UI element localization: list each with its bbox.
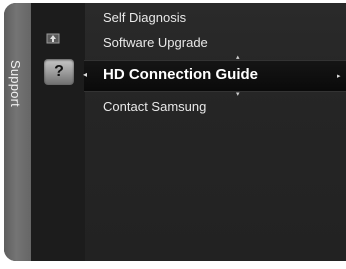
left-arrow-icon[interactable]: ◂ <box>83 70 87 79</box>
category-label: Support <box>8 60 23 107</box>
scroll-up-icon[interactable]: ▴ <box>236 53 240 61</box>
upgrade-icon[interactable] <box>44 32 62 46</box>
scroll-down-icon[interactable]: ▾ <box>236 90 240 98</box>
question-mark-icon[interactable]: ? <box>44 59 74 85</box>
question-mark-glyph: ? <box>54 63 64 80</box>
menu-item-software-upgrade[interactable]: Software Upgrade <box>103 35 208 50</box>
menu-item-contact-samsung[interactable]: Contact Samsung <box>103 99 206 114</box>
menu-item-self-diagnosis[interactable]: Self Diagnosis <box>103 10 186 25</box>
side-category-strip: Support <box>4 3 32 261</box>
right-arrow-icon[interactable]: ▸ <box>337 72 341 80</box>
menu-item-hd-connection-guide[interactable]: HD Connection Guide <box>103 66 258 83</box>
tv-menu-screen: Support ? ◂ ▸ ▴ ▾ Self Diagnosis Softwar… <box>0 0 346 269</box>
